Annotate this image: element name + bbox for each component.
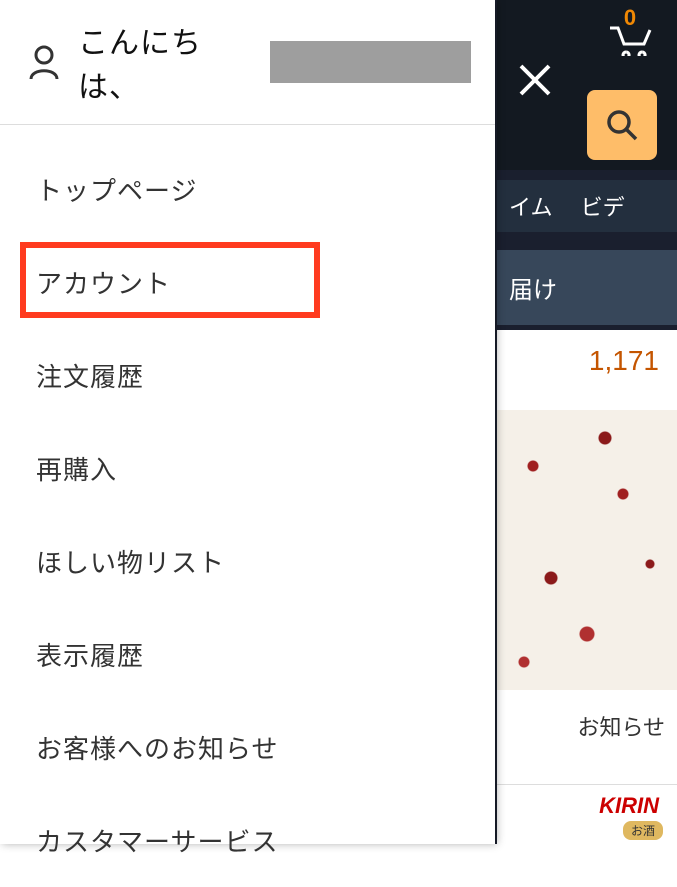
greeting-text: こんにちは、 <box>78 18 252 106</box>
drawer-header: こんにちは、 <box>0 0 495 125</box>
close-drawer-button[interactable] <box>510 55 560 105</box>
bg-nav-video: ビデ <box>581 190 625 222</box>
bg-promo-image <box>497 410 677 690</box>
menu-item-history[interactable]: 表示履歴 <box>0 608 495 701</box>
menu-item-account[interactable]: アカウント <box>0 236 495 329</box>
search-button-bg <box>587 90 657 160</box>
drawer-menu-list: トップページ アカウント 注文履歴 再購入 ほしい物リスト 表示履歴 お客様への… <box>0 125 495 887</box>
bg-notice-text: お知らせ <box>577 710 665 742</box>
close-icon <box>515 60 555 100</box>
bg-kirin-ad: KIRIN お酒 <box>497 784 677 844</box>
bg-nav-strip: イム ビデ <box>497 180 677 232</box>
menu-item-customer-service[interactable]: カスタマーサービス <box>0 794 495 887</box>
menu-item-orders[interactable]: 注文履歴 <box>0 329 495 422</box>
bg-deliver-strip: 届け <box>497 250 677 325</box>
bg-points-value: 1,171 <box>589 345 659 377</box>
menu-item-top[interactable]: トップページ <box>0 143 495 236</box>
bg-nav-prime: イム <box>509 190 553 222</box>
cart-icon <box>608 23 652 65</box>
menu-item-label: アカウント <box>36 269 171 299</box>
cart-indicator: 0 <box>608 5 652 65</box>
kirin-logo: KIRIN <box>599 793 659 819</box>
username-redacted <box>270 41 471 83</box>
bg-deliver-text: 届け <box>509 277 557 304</box>
user-icon <box>28 44 60 80</box>
menu-item-notices[interactable]: お客様へのお知らせ <box>0 701 495 794</box>
kirin-badge: お酒 <box>623 821 663 840</box>
menu-item-wishlist[interactable]: ほしい物リスト <box>0 515 495 608</box>
navigation-drawer: こんにちは、 トップページ アカウント 注文履歴 再購入 ほしい物リスト 表示履… <box>0 0 495 844</box>
menu-item-buy-again[interactable]: 再購入 <box>0 422 495 515</box>
